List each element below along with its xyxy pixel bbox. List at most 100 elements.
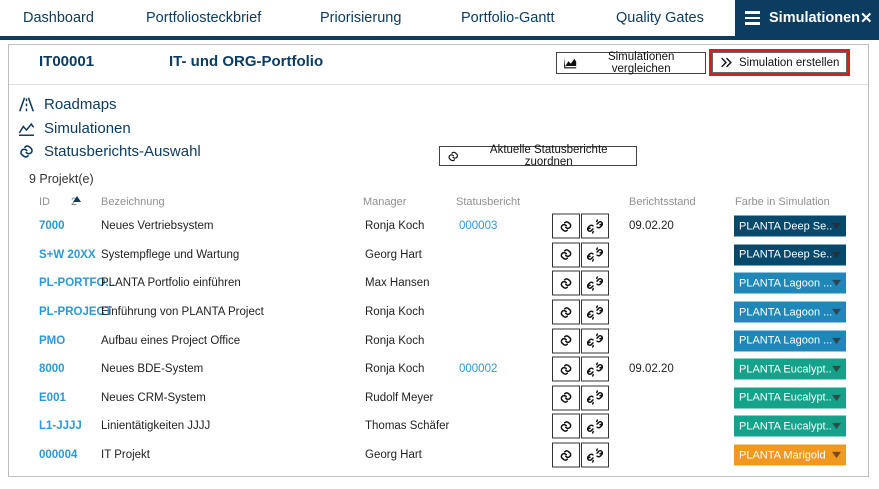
link-icon	[558, 333, 574, 349]
column-header-bezeichnung[interactable]: Bezeichnung	[101, 196, 165, 208]
column-header-id[interactable]: ID	[39, 196, 50, 208]
simulation-color-dropdown[interactable]: PLANTA Lagoon ...	[734, 330, 846, 351]
chain-icon	[17, 142, 36, 161]
nav-tab[interactable]: Quality Gates	[616, 0, 704, 36]
red-annotation-box: Simulation erstellen	[709, 49, 850, 76]
area-chart-icon	[17, 119, 36, 138]
project-manager: Ronja Koch	[365, 220, 424, 232]
table-body: 7000 Neues Vertriebsystem Ronja Koch 000…	[9, 212, 868, 469]
nav-tab[interactable]: Priorisierung	[320, 0, 401, 36]
link-statusreport-button[interactable]	[552, 300, 580, 325]
statusreport-actions	[552, 328, 609, 353]
simulation-color-dropdown[interactable]: PLANTA Eucalypt...	[734, 416, 846, 437]
project-manager: Ronja Koch	[365, 335, 424, 347]
link-statusreport-button[interactable]	[552, 214, 580, 239]
unlink-statusreport-button[interactable]	[581, 214, 609, 239]
simulation-color-dropdown[interactable]: PLANTA Lagoon ...	[734, 302, 846, 323]
statusreport-actions	[552, 300, 609, 325]
broken-link-icon	[587, 247, 603, 263]
statusreport-link[interactable]: 000002	[459, 363, 497, 375]
broken-link-icon	[587, 218, 603, 234]
assign-statusreports-button[interactable]: Aktuelle Statusberichte zuordnen	[439, 146, 637, 166]
link-roadmaps[interactable]: Roadmaps	[17, 94, 117, 114]
project-id-link[interactable]: L1-JJJJ	[39, 420, 82, 432]
close-icon[interactable]: ✕	[860, 11, 873, 26]
simulation-color-dropdown[interactable]: PLANTA Eucalypt...	[734, 387, 846, 408]
simulation-color-dropdown[interactable]: PLANTA Marigold	[734, 445, 846, 466]
simulation-color-dropdown[interactable]: PLANTA Deep Se...	[734, 216, 846, 237]
link-icon	[558, 247, 574, 263]
project-manager: Georg Hart	[365, 449, 422, 461]
project-name: Neues CRM-System	[101, 392, 206, 404]
table-row: S+W 20XX Systempflege und Wartung Georg …	[9, 241, 868, 270]
unlink-statusreport-button[interactable]	[581, 242, 609, 267]
project-id-link[interactable]: 000004	[39, 449, 77, 461]
simulation-color-dropdown[interactable]: PLANTA Eucalypt...	[734, 359, 846, 380]
dropdown-value: PLANTA Lagoon ...	[739, 335, 832, 347]
statusreport-actions	[552, 357, 609, 382]
unlink-statusreport-button[interactable]	[581, 414, 609, 439]
unlink-statusreport-button[interactable]	[581, 328, 609, 353]
link-statusreport-button[interactable]	[552, 385, 580, 410]
project-id-link[interactable]: 8000	[39, 363, 65, 375]
table-row: E001 Neues CRM-System Rudolf Meyer	[9, 384, 868, 413]
project-id-link[interactable]: E001	[39, 392, 66, 404]
report-date: 09.02.20	[629, 220, 674, 232]
project-name: Neues Vertriebsystem	[101, 220, 214, 232]
tab-simulationen-active[interactable]: Simulationen ✕	[735, 0, 879, 40]
dropdown-value: PLANTA Deep Se...	[739, 220, 832, 232]
unlink-statusreport-button[interactable]	[581, 385, 609, 410]
chevron-down-icon	[832, 279, 841, 288]
hamburger-icon[interactable]	[745, 11, 760, 25]
unlink-statusreport-button[interactable]	[581, 443, 609, 468]
chevron-down-icon	[832, 222, 841, 231]
simulation-color-dropdown[interactable]: PLANTA Lagoon ...	[734, 273, 846, 294]
project-id-link[interactable]: S+W 20XX	[39, 249, 96, 261]
project-manager: Max Hansen	[365, 277, 430, 289]
column-header-berichtsstand[interactable]: Berichtsstand	[629, 196, 696, 208]
statusreport-actions	[552, 385, 609, 410]
unlink-statusreport-button[interactable]	[581, 300, 609, 325]
chevron-down-icon	[832, 308, 841, 317]
project-id-link[interactable]: PMO	[39, 335, 65, 347]
project-name: Einführung von PLANTA Project	[101, 306, 264, 318]
link-statusreport-button[interactable]	[552, 242, 580, 267]
top-nav: Dashboard Portfoliosteckbrief Priorisier…	[0, 0, 879, 40]
dropdown-value: PLANTA Eucalypt...	[739, 392, 832, 404]
table-row: 7000 Neues Vertriebsystem Ronja Koch 000…	[9, 212, 868, 241]
content-panel: IT00001 IT- und ORG-Portfolio Simulation…	[8, 44, 869, 477]
unlink-statusreport-button[interactable]	[581, 357, 609, 382]
project-name: Neues BDE-System	[101, 363, 203, 375]
project-id-link[interactable]: 7000	[39, 220, 65, 232]
nav-tab[interactable]: Dashboard	[23, 0, 94, 36]
link-label: Roadmaps	[44, 96, 117, 113]
project-name: Aufbau eines Project Office	[101, 335, 240, 347]
project-name: PLANTA Portfolio einführen	[101, 277, 241, 289]
nav-tab[interactable]: Portfoliosteckbrief	[146, 0, 261, 36]
link-statusreport-button[interactable]	[552, 443, 580, 468]
link-label: Statusberichts-Auswahl	[44, 143, 201, 160]
chevron-down-icon	[832, 393, 841, 402]
statusreport-actions	[552, 443, 609, 468]
column-header-manager[interactable]: Manager	[363, 196, 406, 208]
column-header-farbe[interactable]: Farbe in Simulation	[735, 196, 830, 208]
nav-tab[interactable]: Portfolio-Gantt	[461, 0, 555, 36]
statusreport-actions	[552, 214, 609, 239]
unlink-statusreport-button[interactable]	[581, 271, 609, 296]
create-simulation-button[interactable]: Simulation erstellen	[712, 52, 847, 73]
compare-simulations-button[interactable]: Simulationen vergleichen	[556, 52, 706, 74]
dropdown-value: PLANTA Marigold	[739, 449, 832, 461]
chevron-down-icon	[832, 365, 841, 374]
table-row: PL-PROJECT Einführung von PLANTA Project…	[9, 298, 868, 327]
simulation-color-dropdown[interactable]: PLANTA Deep Se...	[734, 244, 846, 265]
statusreport-link[interactable]: 000003	[459, 220, 497, 232]
link-statusreport-button[interactable]	[552, 414, 580, 439]
link-statusberichts-auswahl[interactable]: Statusberichts-Auswahl	[17, 141, 201, 161]
link-statusreport-button[interactable]	[552, 357, 580, 382]
project-manager: Georg Hart	[365, 249, 422, 261]
sort-asc-icon	[73, 196, 81, 202]
link-statusreport-button[interactable]	[552, 328, 580, 353]
link-statusreport-button[interactable]	[552, 271, 580, 296]
column-header-statusbericht[interactable]: Statusbericht	[456, 196, 520, 208]
link-simulationen[interactable]: Simulationen	[17, 118, 131, 138]
